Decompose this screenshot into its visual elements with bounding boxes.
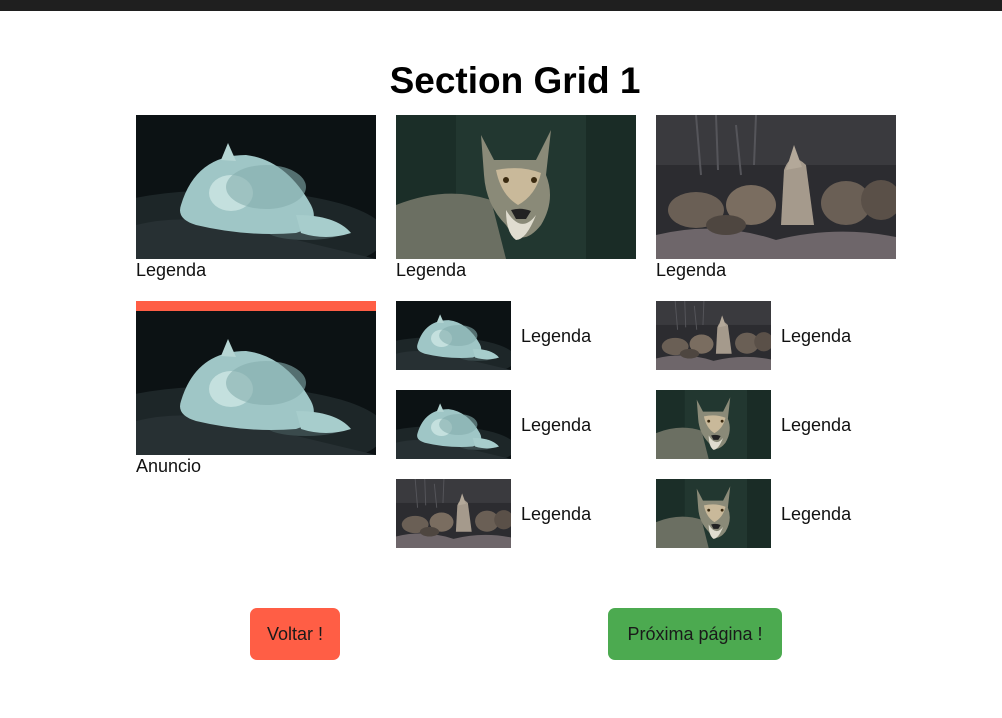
back-button[interactable]: Voltar ! — [250, 608, 340, 660]
small-card-caption-c2-3: Legenda — [521, 504, 592, 524]
small-card-caption-c3-2: Legenda — [781, 415, 852, 435]
ad-accent-bar — [136, 301, 376, 311]
small-card-image-c2-3 — [396, 479, 511, 548]
next-page-button[interactable]: Próxima página ! — [608, 608, 782, 660]
large-card-image-3 — [656, 115, 896, 259]
small-card-image-c2-1 — [396, 301, 511, 370]
small-card-image-c3-2 — [656, 390, 771, 459]
page-title: Section Grid 1 — [389, 60, 641, 101]
ad-caption: Anuncio — [136, 456, 202, 476]
ad-image — [136, 311, 376, 455]
small-card-image-c3-3 — [656, 479, 771, 548]
small-card-caption-c2-2: Legenda — [521, 415, 592, 435]
small-card-image-c3-1 — [656, 301, 771, 370]
small-card-image-c2-2 — [396, 390, 511, 459]
large-card-image-2 — [396, 115, 636, 259]
small-card-caption-c2-1: Legenda — [521, 326, 592, 346]
large-card-caption-3: Legenda — [656, 260, 727, 280]
large-card-image-1 — [136, 115, 376, 259]
large-card-caption-1: Legenda — [136, 260, 207, 280]
browser-top-bar — [0, 0, 1002, 11]
small-card-caption-c3-1: Legenda — [781, 326, 852, 346]
small-card-caption-c3-3: Legenda — [781, 504, 852, 524]
large-card-caption-2: Legenda — [396, 260, 467, 280]
